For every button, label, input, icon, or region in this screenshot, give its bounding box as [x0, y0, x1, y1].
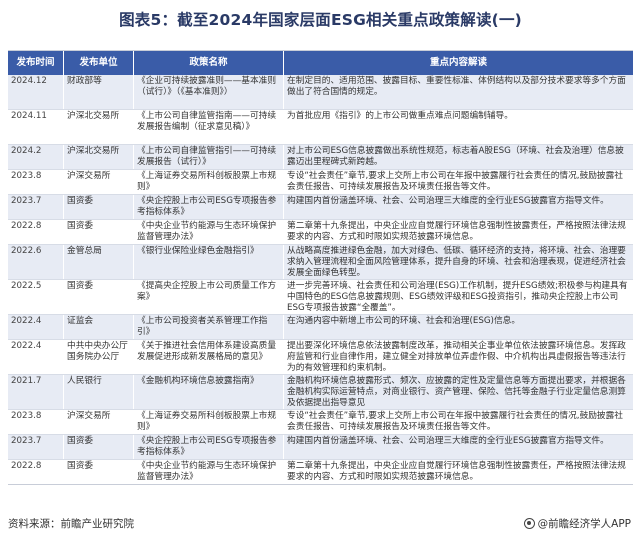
- cell-date: 2024.2: [8, 145, 64, 169]
- cell-policy: 《关于推进社会信用体系建设高质量发展促进形成新发展格局的意见》: [134, 340, 284, 374]
- cell-org: 国资委: [64, 195, 134, 219]
- cell-date: 2021.7: [8, 375, 64, 409]
- cell-org: 人民银行: [64, 375, 134, 409]
- cell-policy: 《上市公司自律监管指引——可持续发展报告（试行）》: [134, 145, 284, 169]
- table-header: 发布时间 发布单位 政策名称 重点内容解读: [8, 51, 633, 75]
- table-row: 2023.7 国资委 《央企控股上市公司ESG专项报告参考指标体系》 构建国内首份涵盖…: [8, 434, 633, 459]
- policy-table: 发布时间 发布单位 政策名称 重点内容解读 2024.12 财政部等 《企业可持续披…: [8, 50, 633, 485]
- page-title: 图表5：截至2024年国家层面ESG相关重点政策解读(一): [119, 11, 522, 29]
- cell-date: 2024.11: [8, 110, 64, 144]
- cell-org: 国资委: [64, 220, 134, 244]
- table-row: 2022.5 国资委 《提高央企控股上市公司质量工作方案》 进一步完善环境、社会责任和…: [8, 279, 633, 314]
- cell-org: 中共中央办公厅国务院办公厅: [64, 340, 134, 374]
- cell-content: 金融机构环境信息披露形式、频次、应披露的定性及定量信息等方面提出要求，并根据各金…: [284, 375, 633, 409]
- cell-policy: 《上市公司投资者关系管理工作指引》: [134, 315, 284, 339]
- cell-org: 国资委: [64, 435, 134, 459]
- table-row: 2021.7 人民银行 《金融机构环境信息披露指南》 金融机构环境信息披露形式、频次、…: [8, 374, 633, 409]
- cell-date: 2022.8: [8, 460, 64, 484]
- cell-org: 证监会: [64, 315, 134, 339]
- cell-content: 提出要深化环境信息依法披露制度改革，推动相关企事业单位依法披露环境信息。发挥政府…: [284, 340, 633, 374]
- cell-content: 在制定目的、适用范围、披露目标、重要性标准、体例结构以及部分技术要求等多个方面做…: [284, 75, 633, 109]
- cell-date: 2022.5: [8, 280, 64, 314]
- cell-content: 第二章第十九条提出，中央企业应自觉履行环境信息强制性披露责任，严格按照法律法规要…: [284, 220, 633, 244]
- cell-date: 2023.8: [8, 410, 64, 434]
- table-row: 2024.2 沪深北交易所 《上市公司自律监管指引——可持续发展报告（试行）》 对上市…: [8, 144, 633, 169]
- cell-date: 2023.8: [8, 170, 64, 194]
- header-date: 发布时间: [8, 51, 64, 75]
- cell-content: 专设“社会责任”章节,要求上交所上市公司在年报中披露履行社会责任的情况,鼓励披露…: [284, 410, 633, 434]
- cell-content: 构建国内首份涵盖环境、社会、公司治理三大维度的全行业ESG披露官方指导文件。: [284, 435, 633, 459]
- table-row: 2022.4 证监会 《上市公司投资者关系管理工作指引》 在沟通内容中新增上市公司的环…: [8, 314, 633, 339]
- table-row: 2024.11 沪深北交易所 《上市公司自律监管指南——可持续发展报告编制（征求意见…: [8, 109, 633, 144]
- cell-org: 财政部等: [64, 75, 134, 109]
- cell-policy: 《上海证券交易所科创板股票上市规则》: [134, 410, 284, 434]
- cell-content: 为首批应用《指引》的上市公司做重点难点问题编制辅导。: [284, 110, 633, 144]
- cell-org: 沪深北交易所: [64, 145, 134, 169]
- table-row: 2022.6 金管总局 《银行业保险业绿色金融指引》 从战略高度推进绿色金融，加大对绿…: [8, 244, 633, 279]
- table-row: 2023.8 沪深交易所 《上海证券交易所科创板股票上市规则》 专设“社会责任”章节,…: [8, 169, 633, 194]
- cell-policy: 《企业可持续披露准则——基本准则（试行）》（《基本准则》）: [134, 75, 284, 109]
- cell-content: 专设“社会责任”章节,要求上交所上市公司在年报中披露履行社会责任的情况,鼓励披露…: [284, 170, 633, 194]
- cell-policy: 《中央企业节约能源与生态环境保护监督管理办法》: [134, 460, 284, 484]
- cell-content: 进一步完善环境、社会责任和公司治理(ESG)工作机制，提升ESG绩效;积极参与构…: [284, 280, 633, 314]
- cell-date: 2023.7: [8, 195, 64, 219]
- table-row: 2023.7 国资委 《央企控股上市公司ESG专项报告参考指标体系》 构建国内首份涵盖…: [8, 194, 633, 219]
- brand-mark: @前瞻经济学人APP: [523, 516, 631, 531]
- header-policy: 政策名称: [134, 51, 284, 75]
- cell-policy: 《上海证券交易所科创板股票上市规则》: [134, 170, 284, 194]
- cell-policy: 《上市公司自律监管指南——可持续发展报告编制（征求意见稿）》: [134, 110, 284, 144]
- cell-org: 国资委: [64, 280, 134, 314]
- header-org: 发布单位: [64, 51, 134, 75]
- cell-policy: 《金融机构环境信息披露指南》: [134, 375, 284, 409]
- table-row: 2023.8 沪深交易所 《上海证券交易所科创板股票上市规则》 专设“社会责任”章节,…: [8, 409, 633, 434]
- cell-content: 从战略高度推进绿色金融，加大对绿色、低碳、循环经济的支持，将环境、社会、治理要求…: [284, 245, 633, 279]
- table-body: 2024.12 财政部等 《企业可持续披露准则——基本准则（试行）》（《基本准则》）…: [8, 75, 633, 484]
- table-row: 2022.8 国资委 《中央企业节约能源与生态环境保护监督管理办法》 第二章第十九条提…: [8, 459, 633, 484]
- header-content: 重点内容解读: [284, 51, 633, 75]
- cell-policy: 《中央企业节约能源与生态环境保护监督管理办法》: [134, 220, 284, 244]
- cell-org: 沪深交易所: [64, 170, 134, 194]
- cell-org: 金管总局: [64, 245, 134, 279]
- cell-policy: 《央企控股上市公司ESG专项报告参考指标体系》: [134, 195, 284, 219]
- cell-policy: 《央企控股上市公司ESG专项报告参考指标体系》: [134, 435, 284, 459]
- cell-date: 2023.7: [8, 435, 64, 459]
- table-row: 2022.4 中共中央办公厅国务院办公厅 《关于推进社会信用体系建设高质量发展促进形…: [8, 339, 633, 374]
- cell-org: 国资委: [64, 460, 134, 484]
- cell-org: 沪深北交易所: [64, 110, 134, 144]
- cell-content: 第二章第十九条提出，中央企业应自觉履行环境信息强制性披露责任，严格按照法律法规要…: [284, 460, 633, 484]
- cell-content: 构建国内首份涵盖环境、社会、公司治理三大维度的全行业ESG披露官方指导文件。: [284, 195, 633, 219]
- logo-icon: [523, 518, 535, 529]
- table-row: 2022.8 国资委 《中央企业节约能源与生态环境保护监督管理办法》 第二章第十九条提…: [8, 219, 633, 244]
- cell-content: 对上市公司ESG信息披露做出系统性规范，标志着A股ESG（环境、社会及治理）信息…: [284, 145, 633, 169]
- brand-text: @前瞻经济学人APP: [537, 518, 631, 530]
- cell-date: 2024.12: [8, 75, 64, 109]
- cell-date: 2022.6: [8, 245, 64, 279]
- cell-org: 沪深交易所: [64, 410, 134, 434]
- table-row: 2024.12 财政部等 《企业可持续披露准则——基本准则（试行）》（《基本准则》）…: [8, 75, 633, 109]
- cell-content: 在沟通内容中新增上市公司的环境、社会和治理(ESG)信息。: [284, 315, 633, 339]
- cell-policy: 《提高央企控股上市公司质量工作方案》: [134, 280, 284, 314]
- source-note: 资料来源：前瞻产业研究院: [8, 518, 134, 530]
- cell-policy: 《银行业保险业绿色金融指引》: [134, 245, 284, 279]
- cell-date: 2022.4: [8, 315, 64, 339]
- cell-date: 2022.8: [8, 220, 64, 244]
- cell-date: 2022.4: [8, 340, 64, 374]
